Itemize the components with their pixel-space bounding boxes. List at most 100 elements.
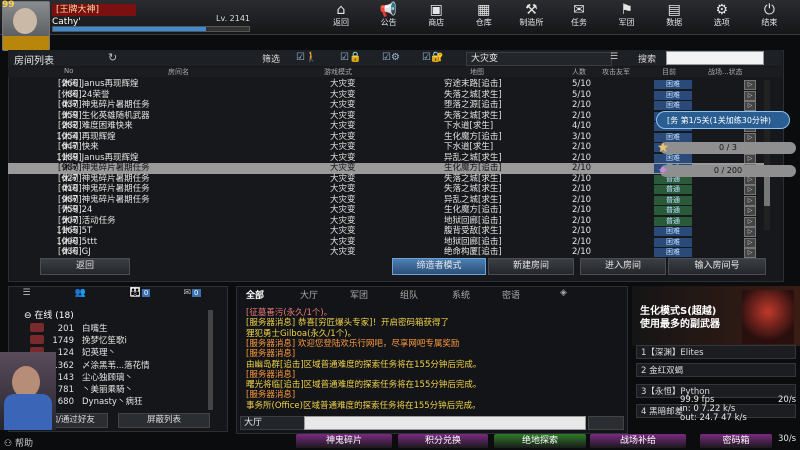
nav-back-button[interactable]: ⌂ 返回 [322, 2, 360, 32]
room-map: 失落之城[求生] [444, 110, 502, 121]
nav-shop-button[interactable]: ▣ 商店 [417, 2, 455, 32]
friend-tab-mail-icon[interactable]: ✉ 0 [174, 288, 210, 302]
bottom-bar-button[interactable]: 密码箱 [700, 434, 772, 448]
chat-filter-icon[interactable]: ◈ [560, 288, 567, 300]
rate-readout-2: 30/s [778, 434, 797, 444]
friend-item[interactable]: 201 白嘴生 [30, 322, 108, 334]
room-play-icon: ▷ [744, 185, 756, 195]
chat-channel-dropdown[interactable]: 大厅 [240, 416, 305, 430]
room-row[interactable]: 418 [休闲]神鬼碎片暑期任务 大灾变 失落之城[求生] 2/10 普通 ▷ [8, 184, 768, 195]
chat-input[interactable] [304, 416, 586, 430]
friend-name: 〆涂黑苇...落花情 [82, 360, 150, 371]
friend-tab-people-icon[interactable]: 👥 [70, 288, 96, 302]
promo-item[interactable]: 2 金红双蝎 [636, 363, 796, 377]
nav-back-label: 返回 [333, 18, 349, 27]
friend-name: 妃英理丶 [82, 348, 117, 359]
room-list-scrollbar[interactable] [764, 80, 770, 230]
room-name: [休闲]再现辉煌 [58, 131, 116, 142]
room-row[interactable]: 266 [休闲]Janus再现辉煌 大灾变 穷途末路[追击] 5/10 困难 ▷ [8, 79, 768, 90]
room-map: 穷途末路[追击] [444, 79, 502, 89]
friend-level: 1749 [52, 336, 74, 347]
nav-notice-button[interactable]: 📢 公告 [370, 2, 408, 32]
filter-checkbox-secure-icon[interactable]: ☑🔐 [422, 52, 443, 63]
room-row[interactable]: 1090 [休闲]5ttt 大灾变 地狱回廊[追击] 2/10 困难 ▷ [8, 237, 768, 248]
room-list-title: 房间列表 [14, 56, 54, 67]
chat-tab[interactable]: 军团 [350, 288, 368, 301]
online-header[interactable]: ⊖ 在线 (18) [24, 308, 74, 321]
friend-name: Dynasty丶病狂 [82, 397, 143, 408]
room-map: 失落之城[求生] [444, 173, 502, 184]
room-count: 2/10 [572, 236, 592, 247]
room-count: 2/10 [572, 194, 592, 205]
room-name: [休闲]神鬼碎片暑期任务 [58, 184, 150, 194]
room-row[interactable]: 437 [休闲]神鬼碎片暑期任务 大灾变 堕落之源[追击] 2/10 困难 ▷ [8, 100, 768, 111]
monster-icon: ✦ [657, 163, 669, 179]
room-state-badge: 困难 [654, 227, 692, 236]
friend-tab-group-icon[interactable]: 👪 0 [122, 288, 158, 302]
chat-tab[interactable]: 全部 [246, 288, 264, 301]
room-mode: 大灾变 [330, 236, 356, 247]
room-row[interactable]: 636 [休闲]GJ 大灾变 绝命构厦[追击] 2/10 困难 ▷ [8, 247, 768, 258]
room-row[interactable]: 1165 [休闲]5T 大灾变 腹背受敌[求生] 2/10 困难 ▷ [8, 226, 768, 237]
bottom-bar-button[interactable]: 绝地探索 [494, 434, 586, 448]
room-state-badge: 困难 [654, 80, 692, 89]
room-play-icon: ▷ [744, 227, 756, 237]
create-room-button[interactable]: 新建房间 [488, 258, 574, 275]
bottom-bar-button[interactable]: 战场补给 [590, 434, 686, 448]
nav-clan-button[interactable]: ⚑ 军团 [608, 2, 646, 32]
chat-tab[interactable]: 密语 [502, 288, 520, 301]
nav-options-button[interactable]: ⚙ 选项 [703, 2, 741, 32]
room-row[interactable]: 759 [休闲]24 大灾变 生化魔方[追击] 2/10 普通 ▷ [8, 205, 768, 216]
room-mode: 大灾变 [330, 152, 356, 163]
room-row[interactable]: 987 [休闲]神鬼碎片暑期任务 大灾变 异乱之城[求生] 2/10 普通 ▷ [8, 195, 768, 206]
search-input[interactable] [666, 51, 764, 65]
friend-tab-badge: 0 [141, 289, 151, 297]
room-count: 2/10 [572, 247, 592, 257]
promo-item[interactable]: 1【深渊】Elites [636, 345, 796, 359]
nav-quit-button[interactable]: ⏻ 结束 [750, 2, 788, 32]
filter-checkbox-pc-icon[interactable]: ☑⚙ [382, 52, 400, 63]
join-room-button[interactable]: 进入房间 [580, 258, 666, 275]
nav-quit-icon: ⏻ [763, 2, 775, 18]
nav-storage-button[interactable]: ▦ 仓库 [465, 2, 503, 32]
room-play-icon: ▷ [744, 101, 756, 111]
refresh-icon[interactable]: ↻ [108, 51, 117, 64]
room-row[interactable]: 359[休闲]生化英雄随机武器大灾变失落之城[求生]2/10困难▷ [8, 111, 768, 122]
friend-item[interactable]: 1749 挽梦忆笙歌i [30, 334, 127, 346]
room-mode: 大灾变 [330, 194, 356, 205]
room-row[interactable]: 282[休闲]难度困难快来大灾变下水道[求生]4/10困难▷ [8, 121, 768, 132]
dropdown-menu-icon[interactable]: ☰ [610, 52, 624, 64]
room-list-scroll-thumb[interactable] [764, 176, 770, 206]
room-play-icon: ▷ [744, 216, 756, 227]
room-mode: 大灾变 [330, 173, 356, 184]
filter-checkbox-lock-icon[interactable]: ☑🔒 [340, 52, 361, 63]
filter-checkbox-solo-icon[interactable]: ☑🚶 [296, 52, 317, 63]
spectate-mode-button[interactable]: 缔造者模式 [392, 258, 486, 275]
avatar-face [13, 8, 37, 34]
mode-dropdown[interactable]: 大灾变 [466, 52, 612, 66]
room-play-icon: ▷ [744, 90, 756, 101]
mission-progress-2: 0 / 200 [660, 165, 796, 177]
chat-tab[interactable]: 组队 [400, 288, 418, 301]
room-row[interactable]: 507 [休闲]活动任务 大灾变 地狱回廊[追击] 2/10 普通 ▷ [8, 216, 768, 227]
nav-mission-button[interactable]: ✉ 任务 [560, 2, 598, 32]
friend-tab-list-icon[interactable]: ☰ [18, 288, 40, 302]
friend-scrollbar[interactable] [208, 310, 213, 410]
promo-item[interactable]: 3【永恒】Python [636, 384, 796, 398]
room-mode: 大灾变 [330, 247, 356, 257]
room-count: 5/10 [572, 89, 592, 100]
block-list-button[interactable]: 屏蔽列表 [118, 413, 210, 428]
bottom-bar-button[interactable]: 积分兑换 [398, 434, 488, 448]
join-by-number-button[interactable]: 输入房间号 [668, 258, 766, 275]
chat-tab[interactable]: 大厅 [300, 288, 318, 301]
rate-readout-1: 20/s [778, 395, 797, 405]
room-row[interactable]: 86 [休闲]24荣誉 大灾变 失落之城[求生] 5/10 困难 ▷ [8, 90, 768, 101]
help-button[interactable]: ⚇ 帮助 [4, 436, 33, 449]
bottom-bar-button[interactable]: 神鬼碎片 [296, 434, 392, 448]
chat-send-button[interactable] [588, 416, 624, 430]
chat-tab[interactable]: 系统 [452, 288, 470, 301]
nav-workshop-button[interactable]: ⚒ 制造所 [512, 2, 550, 32]
mission-pill[interactable]: [务 第1/5关(1关加练30分钟) [656, 111, 790, 129]
back-button[interactable]: 返回 [40, 258, 130, 275]
nav-data-button[interactable]: ▤ 数据 [655, 2, 693, 32]
